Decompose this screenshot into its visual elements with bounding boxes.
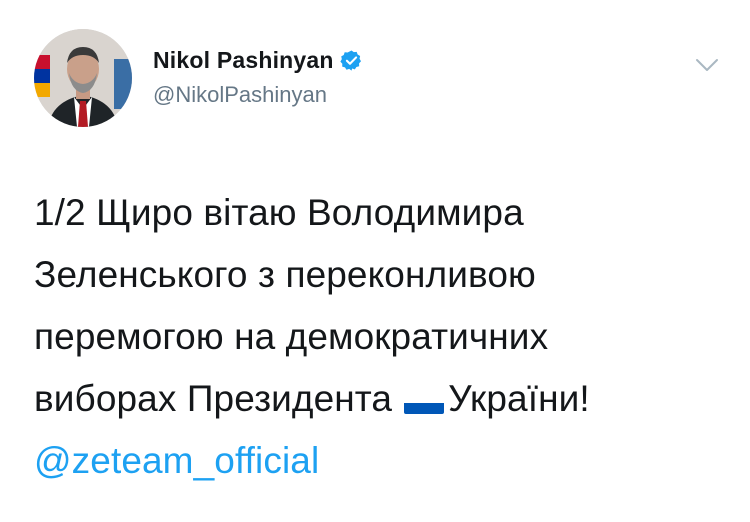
author-name-row: Nikol Pashinyan — [153, 45, 363, 75]
mention-link[interactable]: @zeteam_official — [34, 430, 734, 492]
tweet-text-line: Зеленського з переконливою — [34, 254, 536, 295]
avatar[interactable] — [34, 29, 132, 127]
display-name[interactable]: Nikol Pashinyan — [153, 47, 334, 74]
verified-badge-icon — [340, 49, 363, 72]
tweet-text-segment: України! — [448, 378, 590, 419]
tweet-card: Nikol Pashinyan @NikolPashinyan 1/2 Щиро… — [0, 0, 750, 522]
ukraine-flag-icon — [404, 387, 445, 414]
user-handle[interactable]: @NikolPashinyan — [153, 82, 327, 108]
tweet-text-line: 1/2 Щиро вітаю Володимира — [34, 192, 524, 233]
chevron-down-icon[interactable] — [693, 54, 721, 76]
tweet-text-line: виборах Президента України! — [34, 368, 734, 430]
tweet-text-line: перемогою на демократичних — [34, 316, 549, 357]
tweet-text-segment: виборах Президента — [34, 378, 393, 419]
avatar-photo — [34, 29, 132, 127]
tweet-text: 1/2 Щиро вітаю Володимира Зеленського з … — [34, 182, 734, 492]
